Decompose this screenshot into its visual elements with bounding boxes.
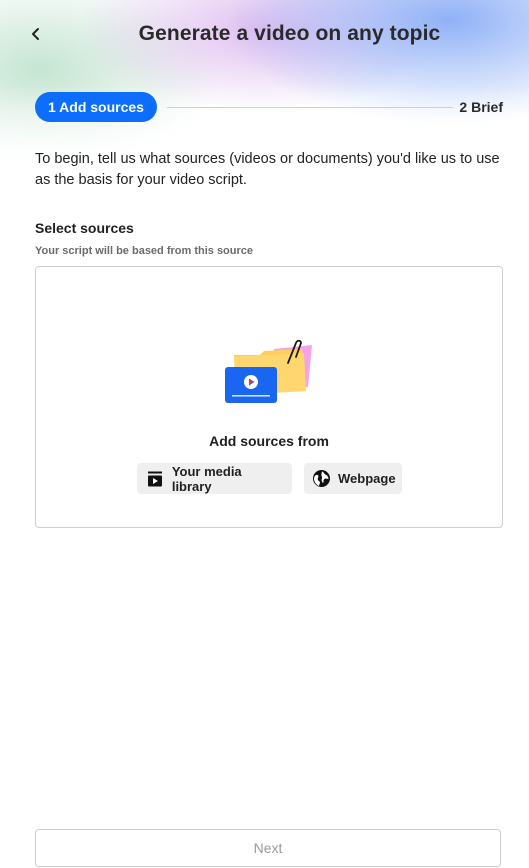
webpage-button[interactable]: Webpage bbox=[304, 463, 402, 494]
step-add-sources[interactable]: 1 Add sources bbox=[35, 92, 157, 122]
stepper: 1 Add sources 2 Brief bbox=[35, 92, 505, 122]
chevron-left-icon bbox=[32, 28, 39, 40]
back-button[interactable] bbox=[22, 20, 50, 48]
webpage-label: Webpage bbox=[338, 471, 396, 486]
add-sources-label: Add sources from bbox=[209, 433, 329, 449]
globe-icon bbox=[312, 469, 331, 489]
folder-video-illustration bbox=[224, 337, 316, 409]
step-brief[interactable]: 2 Brief bbox=[459, 99, 503, 115]
source-dropzone[interactable]: Add sources from Your media library Webp… bbox=[35, 266, 503, 528]
media-library-button[interactable]: Your media library bbox=[137, 463, 292, 494]
media-library-label: Your media library bbox=[171, 463, 242, 494]
header: Generate a video on any topic bbox=[0, 0, 529, 72]
intro-text: To begin, tell us what sources (videos o… bbox=[35, 151, 500, 188]
page-title: Generate a video on any topic bbox=[138, 22, 441, 45]
next-button[interactable]: Next bbox=[35, 829, 501, 867]
stepper-divider bbox=[167, 107, 453, 108]
section-title: Select sources bbox=[35, 220, 134, 236]
section-subtitle: Your script will be based from this sour… bbox=[35, 245, 254, 257]
media-library-icon bbox=[145, 469, 165, 489]
